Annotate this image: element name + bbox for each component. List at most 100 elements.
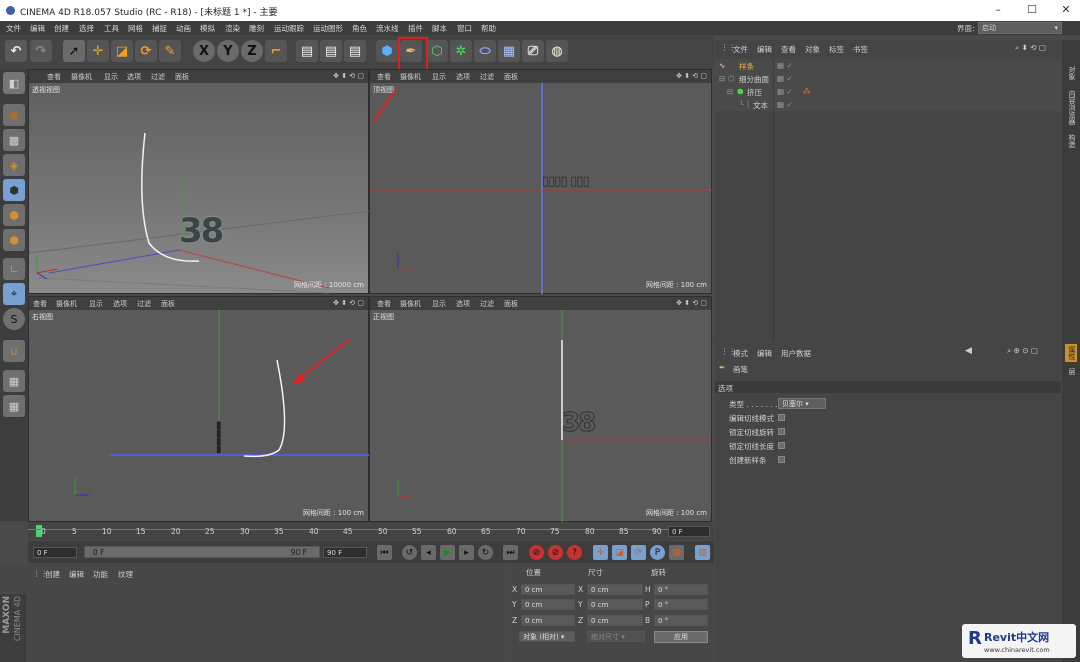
next-key-icon[interactable]: ↻ bbox=[478, 545, 493, 560]
back-arrow-icon[interactable]: ◀ bbox=[965, 346, 972, 356]
size-x-field[interactable]: 0 cm bbox=[587, 584, 643, 595]
menu-snap[interactable]: 捕捉 bbox=[152, 23, 167, 34]
menu-motion-tracking[interactable]: 运动跟踪 bbox=[274, 23, 304, 34]
maximize-icon[interactable]: ☐ bbox=[1023, 3, 1041, 17]
z-axis-lock-icon[interactable]: Z bbox=[241, 40, 263, 62]
layout-select[interactable]: 启动 ▾ bbox=[978, 22, 1062, 34]
vp-menu-panel[interactable]: 面板 bbox=[175, 72, 189, 82]
obj-menu-objects[interactable]: 对象 bbox=[805, 44, 820, 55]
collapse-icon[interactable]: ⊟ bbox=[727, 87, 733, 96]
timeline-ruler[interactable]: 0 5 10 15 20 25 30 35 40 45 50 55 60 65 … bbox=[28, 522, 714, 540]
vp-menu-view[interactable]: 查看 bbox=[377, 299, 391, 309]
spline-type-select[interactable]: 贝塞尔 ▾ bbox=[778, 398, 826, 409]
planar-workplane-icon[interactable]: ▦ bbox=[3, 395, 25, 417]
y-axis-lock-icon[interactable]: Y bbox=[217, 40, 239, 62]
menu-pipeline[interactable]: 流水线 bbox=[376, 23, 399, 34]
viewport-canvas[interactable]: 38 bbox=[370, 310, 713, 522]
mat-menu-texture[interactable]: 纹理 bbox=[118, 569, 133, 580]
light-icon[interactable]: ◍ bbox=[546, 40, 568, 62]
menu-help[interactable]: 帮助 bbox=[481, 23, 496, 34]
snap-icon[interactable]: S bbox=[3, 308, 25, 330]
vp-menu-options[interactable]: 选项 bbox=[127, 72, 141, 82]
previous-key-icon[interactable]: ↺ bbox=[402, 545, 417, 560]
visibility-icon[interactable]: ▦ ✓ bbox=[777, 74, 793, 83]
scale-tool-icon[interactable]: ◪ bbox=[111, 40, 133, 62]
material-manager[interactable]: ⋮⋮ 创建 编辑 功能 纹理 MAXON CINEMA 4D bbox=[0, 564, 508, 662]
edit-tangent-mode-checkbox[interactable] bbox=[778, 414, 785, 421]
redo-button[interactable]: ↷ bbox=[30, 40, 52, 62]
menu-character[interactable]: 角色 bbox=[352, 23, 367, 34]
menu-simulate[interactable]: 模拟 bbox=[200, 23, 215, 34]
render-view-icon[interactable]: ▤ bbox=[296, 40, 318, 62]
position-z-field[interactable]: 0 cm bbox=[521, 615, 575, 626]
edges-mode-icon[interactable]: ⬢ bbox=[3, 204, 25, 226]
tab-content-browser[interactable]: 内容浏览器 bbox=[1065, 90, 1077, 125]
menu-render[interactable]: 渲染 bbox=[225, 23, 240, 34]
search-icon[interactable]: ⌕ ⊕ ⊙ ▢ bbox=[1007, 346, 1038, 356]
lock-tangent-rotation-checkbox[interactable] bbox=[778, 428, 785, 435]
coordinate-mode-select[interactable]: 对象 (相对) ▾ bbox=[519, 631, 575, 642]
parameter-key-icon[interactable]: P bbox=[650, 545, 665, 560]
position-x-field[interactable]: 0 cm bbox=[521, 584, 575, 595]
workplane-icon[interactable]: ◈ bbox=[3, 154, 25, 176]
model-mode-icon[interactable]: ◼ bbox=[3, 104, 25, 126]
scale-key-icon[interactable]: ◪ bbox=[612, 545, 627, 560]
undo-button[interactable]: ↶ bbox=[5, 40, 27, 62]
menu-file[interactable]: 文件 bbox=[6, 23, 21, 34]
viewport-nav-icon[interactable]: ✥ ⬍ ⟲ ▢ bbox=[676, 72, 707, 80]
play-icon[interactable]: ▶ bbox=[440, 545, 455, 560]
magnet-icon[interactable]: ∪ bbox=[3, 340, 25, 362]
vp-menu-options[interactable]: 选项 bbox=[113, 299, 127, 309]
polygons-mode-icon[interactable]: ⬢ bbox=[3, 229, 25, 251]
go-to-start-icon[interactable]: ⏮ bbox=[377, 545, 392, 560]
vp-menu-panel[interactable]: 面板 bbox=[161, 299, 175, 309]
visibility-icon[interactable]: ▦ ✓ bbox=[777, 61, 793, 70]
end-frame-field[interactable]: 90 F bbox=[323, 547, 367, 558]
viewport-nav-icon[interactable]: ✥ ⬍ ⟲ ▢ bbox=[333, 299, 364, 307]
vp-menu-filter[interactable]: 过滤 bbox=[137, 299, 151, 309]
tree-row[interactable]: ∿ 样条 ▦ ✓ bbox=[715, 59, 1061, 72]
make-editable-icon[interactable]: ◧ bbox=[3, 72, 25, 94]
floor-object-icon[interactable]: ▦ bbox=[498, 40, 520, 62]
phong-tag-icon[interactable]: ⁂ bbox=[803, 87, 811, 96]
go-to-end-icon[interactable]: ⏭ bbox=[503, 545, 518, 560]
search-icon[interactable]: ⌕ ⬍ ⟲ ▢ bbox=[1015, 43, 1046, 53]
vp-menu-display[interactable]: 显示 bbox=[104, 72, 118, 82]
vp-menu-display[interactable]: 显示 bbox=[89, 299, 103, 309]
cloner-icon[interactable]: ✲ bbox=[450, 40, 472, 62]
position-y-field[interactable]: 0 cm bbox=[521, 599, 575, 610]
visibility-icon[interactable]: ▦ ✓ bbox=[777, 100, 793, 109]
tweak-mode-icon[interactable]: ⌖ bbox=[3, 283, 25, 305]
vp-menu-filter[interactable]: 过滤 bbox=[480, 299, 494, 309]
start-frame-field[interactable]: 0 F bbox=[33, 547, 77, 558]
viewport-canvas[interactable]: 38 bbox=[29, 83, 370, 294]
vp-menu-panel[interactable]: 面板 bbox=[504, 299, 518, 309]
obj-menu-tags[interactable]: 标签 bbox=[829, 44, 844, 55]
rotation-key-icon[interactable]: ⟳ bbox=[631, 545, 646, 560]
viewport-nav-icon[interactable]: ✥ ⬍ ⟲ ▢ bbox=[333, 72, 364, 80]
vp-menu-cameras[interactable]: 摄像机 bbox=[400, 299, 421, 309]
viewport-nav-icon[interactable]: ✥ ⬍ ⟲ ▢ bbox=[676, 299, 707, 307]
vp-menu-display[interactable]: 显示 bbox=[432, 72, 446, 82]
points-mode-icon[interactable]: ⬢ bbox=[3, 179, 25, 201]
subdivision-surface-icon[interactable]: ⬡ bbox=[426, 40, 448, 62]
frame-range-slider[interactable]: 0 F 90 F bbox=[84, 546, 320, 558]
menu-script[interactable]: 脚本 bbox=[432, 23, 447, 34]
live-selection-icon[interactable]: ➚ bbox=[63, 40, 85, 62]
keyframe-selection-icon[interactable]: ? bbox=[567, 545, 582, 560]
menu-create[interactable]: 创建 bbox=[54, 23, 69, 34]
tree-row[interactable]: ⊟ ⬢ 挤压 ▦ ✓ ⁂ bbox=[715, 85, 1061, 98]
vp-menu-cameras[interactable]: 摄像机 bbox=[56, 299, 77, 309]
axis-mode-icon[interactable]: ∟ bbox=[3, 258, 25, 280]
vp-menu-view[interactable]: 查看 bbox=[47, 72, 61, 82]
mat-menu-create[interactable]: 创建 bbox=[45, 569, 60, 580]
rotation-b-field[interactable]: 0 ° bbox=[654, 615, 708, 626]
menu-tools[interactable]: 工具 bbox=[104, 23, 119, 34]
obj-menu-file[interactable]: 文件 bbox=[733, 44, 748, 55]
obj-menu-bookmarks[interactable]: 书签 bbox=[853, 44, 868, 55]
vp-menu-display[interactable]: 显示 bbox=[432, 299, 446, 309]
attr-menu-userdata[interactable]: 用户数据 bbox=[781, 348, 811, 359]
coordinate-system-icon[interactable]: ⌐ bbox=[265, 40, 287, 62]
viewport-canvas[interactable]: ▯▯▯▯ ▯▯▯ bbox=[370, 83, 713, 294]
obj-menu-view[interactable]: 查看 bbox=[781, 44, 796, 55]
